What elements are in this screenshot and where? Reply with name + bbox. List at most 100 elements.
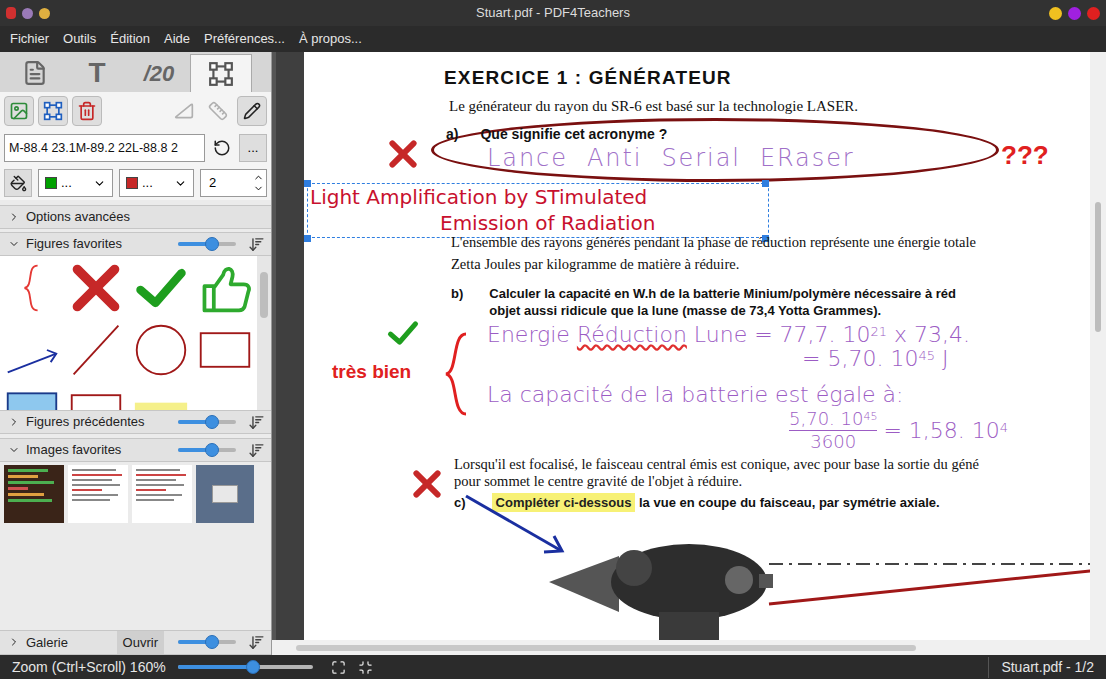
sort-icon[interactable] [248, 236, 265, 253]
image-button[interactable] [4, 96, 34, 126]
window-dot[interactable] [39, 8, 50, 19]
tab-label: /20 [144, 57, 175, 90]
menu-item[interactable]: Fichier [10, 29, 49, 49]
menu-item[interactable]: Préférences... [204, 29, 285, 49]
close-button[interactable] [1087, 7, 1100, 20]
arrow-figure-icon [4, 322, 60, 378]
brace-annotation-icon[interactable] [442, 332, 470, 416]
undo-icon[interactable] [213, 139, 231, 157]
favorite-figure[interactable] [195, 320, 255, 380]
color-picker[interactable]: ... [38, 169, 113, 197]
question-label: b) [451, 285, 463, 319]
favorite-figure[interactable] [66, 320, 126, 380]
maximize-button[interactable] [1068, 7, 1081, 20]
sidebar-tab[interactable]: /20 [128, 54, 190, 92]
pencil-button[interactable] [237, 96, 267, 126]
favorite-image[interactable] [196, 465, 254, 523]
menu-item[interactable]: À propos... [299, 29, 362, 49]
sidebar: T/20 M-88.4 23.1M-89.2 22L-88.8 2........… [0, 52, 272, 655]
menu-item[interactable]: Édition [110, 29, 150, 49]
highlight-figure-icon [133, 384, 189, 410]
sidebar-tab[interactable] [4, 54, 66, 92]
favorite-image[interactable] [132, 465, 192, 523]
slider[interactable] [178, 242, 236, 246]
stroke-width-spinner[interactable]: 2 [200, 169, 267, 197]
favorite-figure[interactable] [66, 258, 126, 318]
dropdown-caret-icon [174, 177, 187, 190]
favorite-figure[interactable] [2, 320, 62, 380]
paint-bucket-icon [10, 175, 27, 192]
section-label: Figures favorites [26, 234, 172, 254]
shape-button[interactable] [38, 96, 68, 126]
favorite-figure[interactable] [131, 320, 191, 380]
path-field[interactable]: M-88.4 23.1M-89.2 22L-88.8 2 [4, 134, 205, 162]
favorite-image[interactable] [68, 465, 128, 523]
vertical-scrollbar[interactable] [1090, 52, 1106, 640]
slider[interactable] [178, 665, 313, 669]
slider[interactable] [178, 420, 236, 424]
comment-text[interactable]: très bien [332, 358, 411, 387]
fit-page-icon[interactable] [331, 660, 346, 675]
fit-width-icon[interactable] [358, 660, 373, 675]
sidebar-tab[interactable] [190, 54, 252, 92]
paragraph: Le générateur du rayon du SR-6 est basé … [449, 95, 858, 118]
handwritten-fraction[interactable]: 5,70. 10453600= 1,58. 104 [789, 408, 1008, 453]
section-header[interactable]: Options avancées [0, 205, 271, 229]
minimize-button[interactable] [1049, 7, 1062, 20]
sidebar-tab[interactable]: T [66, 54, 128, 92]
decrement-icon[interactable] [253, 183, 264, 194]
question-label: c) [454, 493, 466, 513]
style-row: ......2 [0, 166, 271, 200]
section-header[interactable]: Figures favorites [0, 232, 271, 256]
app-window: Stuart.pdf - PDF4Teachers Fichier Outils Éd… [0, 0, 1106, 679]
arrow-annotation-icon[interactable] [462, 492, 572, 558]
pdf-page[interactable]: EXERCICE 1 : GÉNÉRATEURLe générateur du … [304, 52, 1090, 640]
color-picker[interactable]: ... [119, 169, 194, 197]
favorite-figure[interactable] [131, 258, 191, 318]
favorite-figure[interactable] [195, 258, 255, 318]
favorite-image[interactable] [4, 465, 64, 523]
resize-handle[interactable] [762, 180, 769, 187]
document-area: EXERCICE 1 : GÉNÉRATEURLe générateur du … [272, 52, 1106, 655]
check-figure-icon [133, 260, 189, 316]
comment-text[interactable]: ??? [1001, 136, 1049, 175]
window-dot[interactable] [22, 8, 33, 19]
slider[interactable] [178, 640, 236, 644]
open-button[interactable]: Ouvrir [117, 631, 164, 655]
favorite-figure[interactable] [2, 258, 62, 318]
delete-button[interactable] [72, 96, 102, 126]
page-indicator: Stuart.pdf - 1/2 [988, 657, 1094, 678]
menu-item[interactable]: Aide [164, 29, 190, 49]
highlight-annotation[interactable]: Compléter ci-dessous [492, 493, 636, 512]
resize-handle[interactable] [304, 180, 311, 187]
cross-figure-icon [68, 260, 124, 316]
toolbar [0, 92, 271, 130]
section-header[interactable]: GalerieOuvrir [0, 630, 271, 656]
increment-icon[interactable] [253, 172, 264, 183]
sort-icon[interactable] [248, 634, 265, 651]
section-header[interactable]: Images favorites [0, 438, 271, 462]
slider[interactable] [178, 448, 236, 452]
handwritten-answer[interactable]: = 5,70. 1045 J [802, 342, 948, 375]
scrollbar[interactable] [257, 256, 271, 410]
color-swatch [126, 177, 138, 189]
selected-annotation[interactable]: Light Amplification by STimulatedEmissio… [307, 183, 769, 238]
more-button[interactable]: ... [239, 134, 267, 162]
favorite-figure[interactable] [2, 382, 62, 410]
color-swatch [45, 177, 57, 189]
fill-button[interactable] [4, 169, 32, 197]
window-title: Stuart.pdf - PDF4Teachers [86, 3, 1020, 23]
sort-icon[interactable] [248, 442, 265, 459]
trash-icon [77, 101, 97, 121]
section-label: Options avancées [26, 207, 265, 227]
favorite-figure[interactable] [131, 382, 191, 410]
menu-item[interactable]: Outils [63, 29, 96, 49]
sort-icon[interactable] [248, 414, 265, 431]
handwritten-answer[interactable]: La capacité de la batterie est égale à: [487, 378, 904, 411]
section-label: Images favorites [26, 440, 172, 460]
favorite-figure[interactable] [66, 382, 126, 410]
handwritten-answer[interactable]: Lance Anti Serial ERaser [487, 140, 855, 176]
horizontal-scrollbar[interactable] [272, 640, 1106, 655]
section-header[interactable]: Figures précédentes [0, 410, 271, 434]
resize-handle[interactable] [304, 235, 311, 242]
